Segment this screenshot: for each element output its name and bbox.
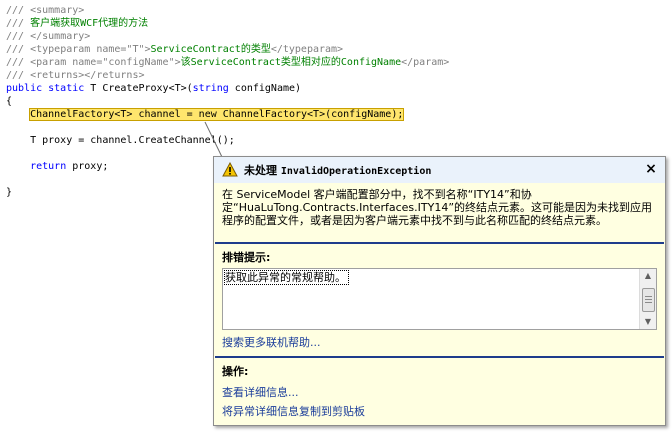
exception-name: InvalidOperationException (280, 166, 432, 177)
scroll-up-icon[interactable]: ▲ (640, 269, 656, 283)
grip-line (645, 299, 652, 300)
copy-exception-link[interactable]: 将异常详细信息复制到剪贴板 (222, 403, 365, 419)
scroll-thumb[interactable] (642, 288, 655, 312)
tips-scrollbar[interactable]: ▲ ▼ (639, 269, 656, 329)
grip-line (645, 296, 652, 297)
exception-title: 未处理 InvalidOperationException (244, 162, 431, 178)
troubleshooting-tips-list[interactable]: 获取此异常的常规帮助。 ▲ ▼ (222, 268, 657, 330)
exception-assistant-popup: 未处理 InvalidOperationException × 在 Servic… (213, 156, 666, 426)
troubleshooting-heading: 排错提示: (222, 251, 271, 264)
exception-message: 在 ServiceModel 客户端配置部分中，找不到名称“ITY14”和协定“… (222, 188, 653, 227)
separator (215, 242, 664, 244)
view-details-link[interactable]: 查看详细信息... (222, 384, 299, 400)
separator (215, 356, 664, 358)
popup-title-bar: 未处理 InvalidOperationException × (214, 157, 665, 183)
actions-heading: 操作: (222, 365, 249, 378)
tip-item-general-help[interactable]: 获取此异常的常规帮助。 (224, 270, 349, 285)
close-icon[interactable]: × (643, 160, 659, 178)
scroll-down-icon[interactable]: ▼ (640, 315, 656, 329)
title-prefix: 未处理 (244, 164, 281, 177)
grip-line (645, 302, 652, 303)
warning-icon (222, 162, 238, 177)
search-online-help-link[interactable]: 搜索更多联机帮助... (222, 334, 321, 350)
